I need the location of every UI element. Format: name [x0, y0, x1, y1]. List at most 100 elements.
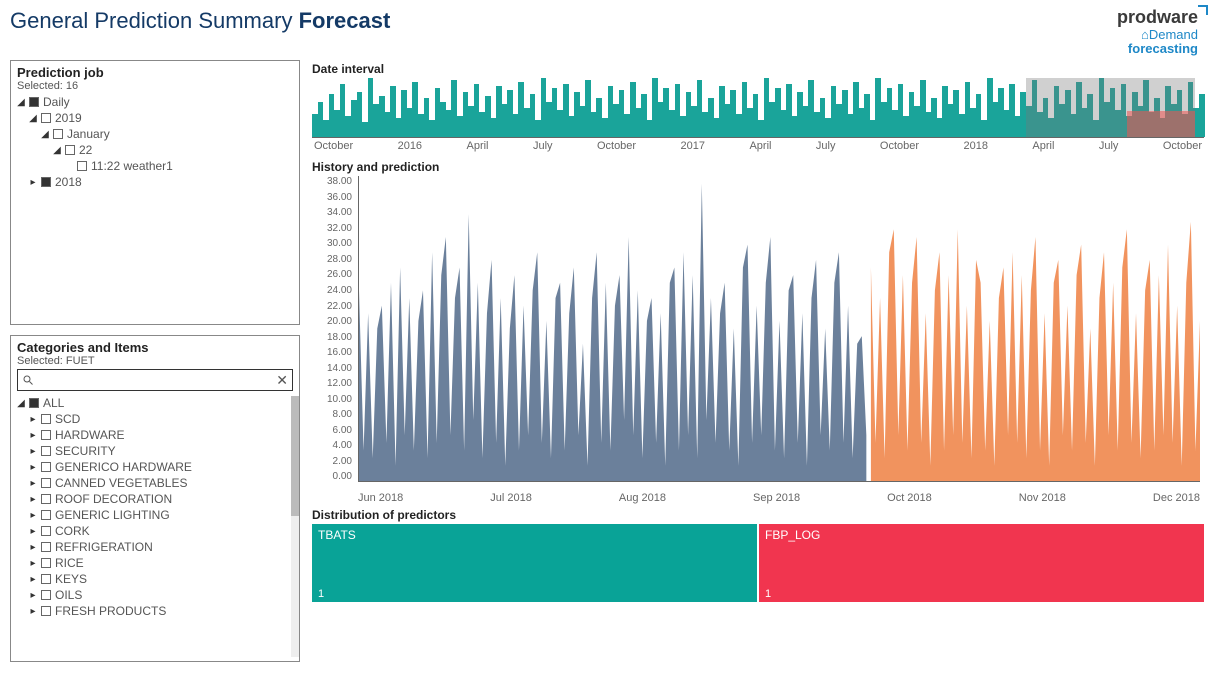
tree-label: RICE [55, 556, 84, 570]
tree-node[interactable]: ◢ Daily [17, 94, 293, 110]
tree-node[interactable]: ▸ KEYS [17, 571, 293, 587]
caret-icon: ▸ [29, 446, 37, 457]
tree-node[interactable]: ◢January [17, 126, 293, 142]
caret-icon: ▸ [29, 590, 37, 601]
tree-node[interactable]: ▸GENERICO HARDWARE [17, 459, 293, 475]
history-prediction-chart[interactable]: 38.0036.0034.0032.0030.0028.0026.0024.00… [312, 176, 1204, 504]
checkbox[interactable] [41, 113, 51, 123]
caret-icon: ▸ [29, 462, 37, 473]
checkbox[interactable] [41, 558, 51, 568]
brand-line1: Demand [1149, 27, 1198, 42]
checkbox[interactable] [65, 145, 75, 155]
date-interval-xaxis: October2016AprilJulyOctober2017AprilJuly… [312, 140, 1204, 158]
checkbox[interactable] [41, 414, 51, 424]
caret-icon: ▸ [29, 494, 37, 505]
categories-selected: Selected: FUET [17, 355, 293, 367]
predictor-a-name: TBATS [318, 528, 356, 542]
tree-node[interactable]: ▸ FRESH PRODUCTS [17, 603, 293, 619]
prediction-job-panel: Prediction job Selected: 16 ◢Daily◢2019◢… [10, 60, 300, 325]
tree-label: OILS [55, 588, 82, 602]
predictor-a-count: 1 [318, 588, 324, 600]
tree-node[interactable]: ▸ RICE [17, 555, 293, 571]
checkbox[interactable] [41, 590, 51, 600]
checkbox[interactable] [41, 478, 51, 488]
history-xaxis: Jun 2018Jul 2018Aug 2018Sep 2018Oct 2018… [358, 492, 1200, 504]
date-interval-label: Date interval [312, 62, 1204, 76]
caret-icon: ▸ [29, 542, 37, 553]
page-title: General Prediction Summary Forecast [10, 8, 390, 34]
tree-node[interactable]: ▸HARDWARE [17, 427, 293, 443]
caret-icon: ◢ [17, 97, 25, 108]
categories-search[interactable]: ✕ [17, 369, 293, 391]
history-yaxis: 38.0036.0034.0032.0030.0028.0026.0024.00… [312, 176, 356, 482]
checkbox[interactable] [41, 430, 51, 440]
tree-label: SCD [55, 412, 80, 426]
tree-label: ALL [43, 396, 64, 410]
history-label: History and prediction [312, 160, 1204, 174]
categories-title: Categories and Items [17, 340, 293, 355]
checkbox[interactable] [41, 606, 51, 616]
brand-line2: forecasting [1117, 42, 1198, 56]
predictor-b-name: FBP_LOG [765, 528, 820, 542]
title-light: General Prediction Summary [10, 8, 299, 33]
checkbox[interactable] [41, 494, 51, 504]
predictor-tbats[interactable]: TBATS 1 [312, 524, 757, 602]
tree-node[interactable]: ▸ SECURITY [17, 443, 293, 459]
caret-icon: ▸ [29, 558, 37, 569]
tree-label: SECURITY [55, 444, 116, 458]
caret-icon: ▸ [29, 478, 37, 489]
checkbox[interactable] [77, 161, 87, 171]
brand-top: prodware [1117, 8, 1198, 28]
predictor-fbplog[interactable]: FBP_LOG 1 [759, 524, 1204, 602]
tree-label: 11:22 weather1 [91, 159, 173, 173]
date-interval-brush[interactable] [1026, 78, 1196, 137]
caret-icon: ▸ [29, 414, 37, 425]
caret-icon: ◢ [17, 398, 25, 409]
checkbox[interactable] [29, 97, 39, 107]
checkbox[interactable] [41, 177, 51, 187]
tree-node[interactable]: ▸CANNED VEGETABLES [17, 475, 293, 491]
distribution-label: Distribution of predictors [312, 508, 1204, 522]
checkbox[interactable] [41, 574, 51, 584]
prediction-job-tree[interactable]: ◢ Daily◢2019◢January ◢ 22 11:22 weather1▸201… [17, 94, 293, 190]
date-interval-chart[interactable] [312, 78, 1204, 138]
tree-label: 22 [79, 143, 92, 157]
categories-scrollbar[interactable] [291, 396, 299, 657]
checkbox[interactable] [41, 510, 51, 520]
checkbox[interactable] [41, 542, 51, 552]
tree-label: REFRIGERATION [55, 540, 153, 554]
tree-node[interactable]: ◢ ALL [17, 395, 293, 411]
prediction-job-title: Prediction job [17, 65, 293, 80]
tree-node[interactable]: ◢2019 [17, 110, 293, 126]
tree-node[interactable]: ▸ SCD [17, 411, 293, 427]
tree-label: CORK [55, 524, 90, 538]
predictor-distribution: TBATS 1 FBP_LOG 1 [312, 524, 1204, 602]
checkbox[interactable] [41, 462, 51, 472]
categories-tree[interactable]: ◢ALL▸SCD▸HARDWARE▸SECURITY▸GENERICO HARD… [17, 395, 293, 619]
tree-node[interactable]: ▸GENERIC LIGHTING [17, 507, 293, 523]
tree-node[interactable]: ▸ CORK [17, 523, 293, 539]
tree-node[interactable]: 11:22 weather1 [17, 158, 293, 174]
clear-search-icon[interactable]: ✕ [276, 372, 288, 389]
search-icon [22, 374, 34, 386]
caret-icon: ▸ [29, 430, 37, 441]
caret-icon: ▸ [29, 574, 37, 585]
tree-label: FRESH PRODUCTS [55, 604, 166, 618]
tree-label: KEYS [55, 572, 87, 586]
tree-node[interactable]: ▸ OILS [17, 587, 293, 603]
tree-node[interactable]: ◢ 22 [17, 142, 293, 158]
checkbox[interactable] [41, 446, 51, 456]
tree-node[interactable]: ▸2018 [17, 174, 293, 190]
categories-panel: Categories and Items Selected: FUET ✕ ◢ A… [10, 335, 300, 662]
checkbox[interactable] [29, 398, 39, 408]
tree-node[interactable]: ▸ REFRIGERATION [17, 539, 293, 555]
caret-icon: ▸ [29, 510, 37, 521]
caret-icon: ▸ [29, 606, 37, 617]
tree-label: Daily [43, 95, 70, 109]
tree-label: January [67, 127, 110, 141]
caret-icon: ▸ [29, 526, 37, 537]
checkbox[interactable] [53, 129, 63, 139]
checkbox[interactable] [41, 526, 51, 536]
tree-node[interactable]: ▸ROOF DECORATION [17, 491, 293, 507]
caret-icon: ◢ [53, 145, 61, 156]
